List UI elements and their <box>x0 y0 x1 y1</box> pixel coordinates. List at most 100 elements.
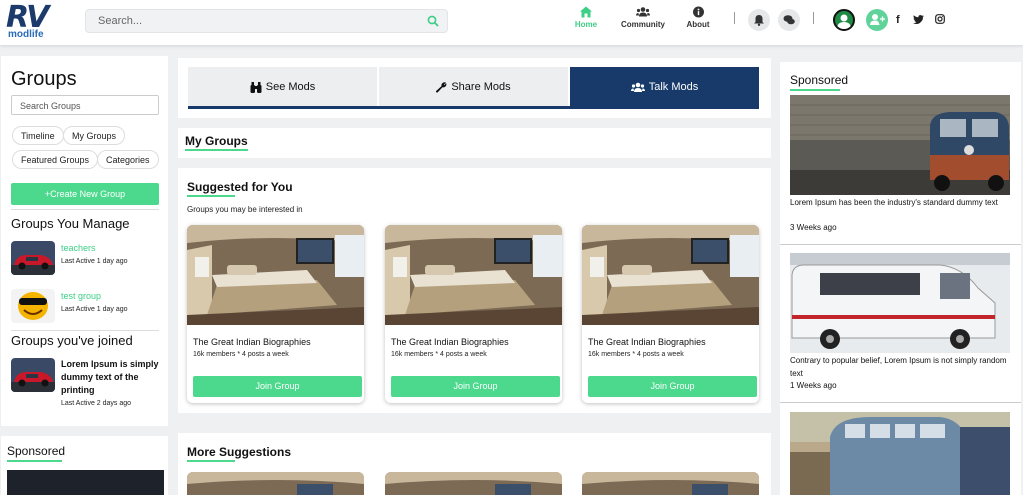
suggested-groups-section: Suggested for You Groups you may be inte… <box>178 168 771 413</box>
divider <box>11 209 159 210</box>
tab-label: See Mods <box>265 81 316 93</box>
users-icon <box>630 82 645 92</box>
my-groups-title[interactable]: My Groups <box>185 134 248 148</box>
create-group-button[interactable]: +Create New Group <box>11 183 159 205</box>
rv-interior-image <box>187 225 364 325</box>
join-group-button[interactable]: Join Group <box>391 376 560 397</box>
info-icon <box>692 6 704 18</box>
managed-group-meta: Last Active 1 day ago <box>61 258 128 265</box>
group-card-meta: 16k members * 4 posts a week <box>588 351 684 358</box>
nav-home[interactable]: Home <box>573 6 599 29</box>
white-van-image <box>790 253 1010 353</box>
pill-categories[interactable]: Categories <box>97 150 159 169</box>
managed-group-meta: Last Active 1 day ago <box>61 306 128 313</box>
global-search <box>85 9 448 33</box>
nav-about[interactable]: About <box>684 6 712 29</box>
users-icon <box>636 7 650 17</box>
group-card-image[interactable] <box>582 472 759 495</box>
join-group-button[interactable]: Join Group <box>588 376 757 397</box>
divider <box>11 330 159 331</box>
rv-interior-image <box>385 225 562 325</box>
notifications-button[interactable] <box>748 9 770 31</box>
group-card-image[interactable] <box>187 472 364 495</box>
group-thumbnail[interactable] <box>11 358 55 392</box>
pill-timeline[interactable]: Timeline <box>12 126 64 145</box>
tab-label: Share Mods <box>451 81 511 93</box>
tab-talk-mods[interactable]: Talk Mods <box>570 67 759 107</box>
more-suggestions-section: More Suggestions <box>178 433 771 495</box>
joined-group-name[interactable]: Lorem Ipsum is simply dummy text of the … <box>61 358 161 397</box>
manage-section-title: Groups You Manage <box>11 216 130 231</box>
sponsored-date: 1 Weeks ago <box>790 381 837 390</box>
tab-label: Talk Mods <box>648 81 699 93</box>
page-title: Groups <box>11 68 77 90</box>
group-thumbnail[interactable] <box>11 241 55 275</box>
mods-tabs: See Mods Share Mods Talk Mods <box>178 58 771 118</box>
nav-divider <box>734 12 735 24</box>
sponsored-text[interactable]: Contrary to popular belief, Lorem Ipsum … <box>790 354 1015 380</box>
more-suggestions-title: More Suggestions <box>187 445 292 459</box>
group-card-name: The Great Indian Biographies <box>588 337 706 347</box>
right-sponsored-panel: Sponsored Lorem Ipsum has been the indus… <box>780 62 1021 495</box>
facebook-icon[interactable]: f <box>896 14 900 26</box>
add-friend-button[interactable] <box>866 9 888 31</box>
title-underline <box>187 195 235 197</box>
sponsored-image[interactable] <box>790 253 1010 353</box>
group-thumbnail[interactable] <box>11 289 55 323</box>
managed-group-name[interactable]: test group <box>61 291 101 301</box>
tab-underline <box>188 106 759 109</box>
group-card-name: The Great Indian Biographies <box>193 337 311 347</box>
title-underline <box>187 460 235 462</box>
managed-group-name[interactable]: teachers <box>61 243 96 253</box>
search-input[interactable] <box>86 10 406 32</box>
site-logo[interactable]: RV modlife <box>6 0 54 41</box>
divider <box>780 244 1021 245</box>
profile-avatar[interactable] <box>833 9 855 31</box>
left-sponsored-card: Sponsored <box>1 436 168 495</box>
twitter-icon[interactable] <box>913 15 924 24</box>
pill-featured-groups[interactable]: Featured Groups <box>12 150 99 169</box>
group-card-meta: 16k members * 4 posts a week <box>391 351 487 358</box>
groups-sidebar: Groups Search Groups Timeline My Groups … <box>1 56 168 426</box>
group-card[interactable]: The Great Indian Biographies 16k members… <box>385 225 562 403</box>
user-plus-icon <box>870 14 885 25</box>
tab-see-mods[interactable]: See Mods <box>188 67 377 107</box>
rv-interior-image <box>187 472 364 495</box>
car-image <box>11 241 55 275</box>
sponsored-title: Sponsored <box>790 73 849 87</box>
vw-bus-image <box>790 412 1010 495</box>
sponsored-image[interactable] <box>790 412 1010 495</box>
rv-interior-image <box>582 225 759 325</box>
search-icon[interactable] <box>427 15 439 27</box>
instagram-icon[interactable] <box>935 14 945 24</box>
rv-interior-image <box>385 472 562 495</box>
pill-my-groups[interactable]: My Groups <box>63 126 126 145</box>
joined-group-meta: Last Active 2 days ago <box>61 400 132 407</box>
title-underline <box>185 149 248 151</box>
group-card-name: The Great Indian Biographies <box>391 337 509 347</box>
top-navbar: RV modlife Home Community About <box>0 0 1023 45</box>
group-search-input[interactable]: Search Groups <box>11 95 159 115</box>
title-underline <box>7 460 62 462</box>
emoji-image <box>11 289 55 323</box>
sponsored-image[interactable] <box>7 470 164 495</box>
user-icon <box>837 14 851 29</box>
vw-bus-image <box>790 95 1010 195</box>
sponsored-text[interactable]: Lorem Ipsum has been the industry's stan… <box>790 196 1015 209</box>
tab-share-mods[interactable]: Share Mods <box>379 67 568 107</box>
sponsored-date: 3 Weeks ago <box>790 223 837 232</box>
divider <box>780 402 1021 403</box>
messages-button[interactable] <box>778 9 800 31</box>
binoculars-icon <box>250 81 262 93</box>
logo-brand: modlife <box>8 29 44 40</box>
group-card[interactable]: The Great Indian Biographies 16k members… <box>187 225 364 403</box>
car-image <box>11 358 55 392</box>
sponsored-image[interactable] <box>790 95 1010 195</box>
group-card[interactable]: The Great Indian Biographies 16k members… <box>582 225 759 403</box>
group-card-image[interactable] <box>385 472 562 495</box>
wrench-icon <box>436 81 447 93</box>
rv-interior-image <box>582 472 759 495</box>
nav-community-label: Community <box>621 20 665 29</box>
join-group-button[interactable]: Join Group <box>193 376 362 397</box>
nav-community[interactable]: Community <box>620 6 666 29</box>
